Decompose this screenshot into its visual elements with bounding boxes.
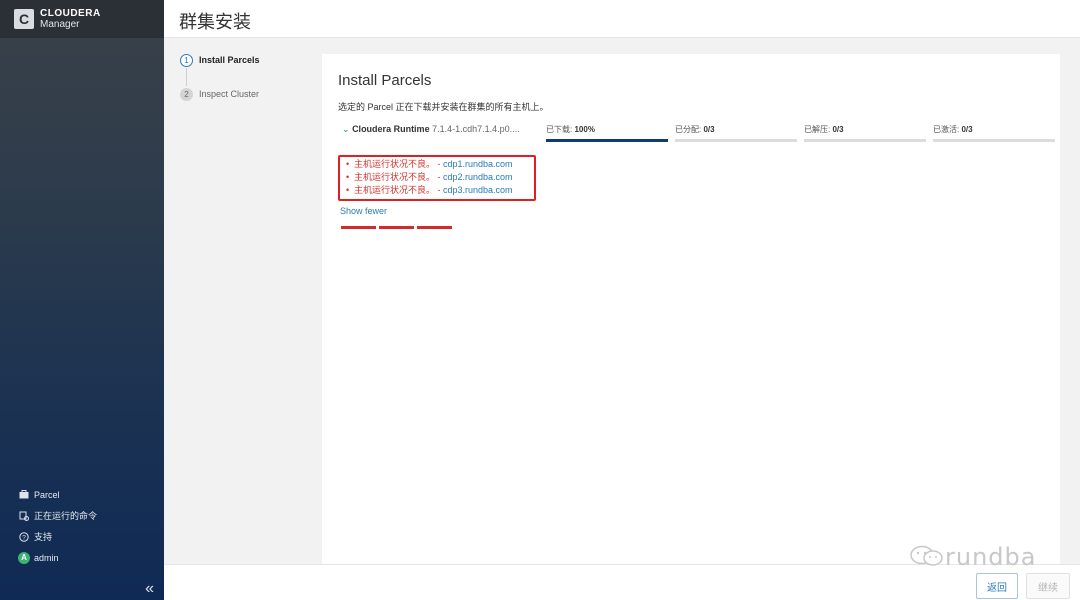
progress-label: 已下载: 100%	[546, 124, 668, 135]
page-title: 群集安装	[179, 12, 251, 32]
host-error-list: 主机运行状况不良。 - cdp1.rundba.com 主机运行状况不良。 - …	[338, 155, 536, 201]
sidebar-item-support[interactable]: ? 支持	[0, 526, 164, 547]
continue-button[interactable]: 继续	[1026, 573, 1070, 599]
header: 群集安装	[164, 0, 1080, 38]
progress-value: 0/3	[961, 125, 973, 134]
progress-activated: 已激活: 0/3	[933, 124, 1055, 142]
sidebar: C CLOUDERA Manager Parcel 正在运行的命令 ? 支持 A	[0, 0, 164, 600]
chevron-down-icon: ⌄	[342, 124, 350, 134]
running-commands-icon	[18, 510, 30, 522]
card-description: 选定的 Parcel 正在下载并安装在群集的所有主机上。	[338, 102, 549, 112]
step-connector	[186, 68, 187, 86]
brand-product: Manager	[40, 19, 80, 30]
parcel-version: 7.1.4-1.cdh7.1.4.p0....	[432, 124, 520, 134]
step-label: Install Parcels	[199, 55, 260, 65]
wechat-icon	[910, 545, 943, 566]
progress-label: 已解压: 0/3	[804, 124, 926, 135]
step-inspect-cluster[interactable]: 2 Inspect Cluster	[180, 86, 260, 102]
sidebar-item-running-commands[interactable]: 正在运行的命令	[0, 505, 164, 526]
briefcase-icon	[18, 489, 30, 501]
wizard-steps: 1 Install Parcels 2 Inspect Cluster	[180, 52, 260, 102]
progress-label-text: 已激活:	[933, 125, 960, 134]
sidebar-item-admin[interactable]: A admin	[0, 547, 164, 568]
error-separator: -	[435, 159, 444, 169]
error-bar	[417, 226, 452, 229]
brand[interactable]: C CLOUDERA Manager	[0, 0, 164, 38]
progress-bar	[675, 139, 797, 142]
progress-label: 已激活: 0/3	[933, 124, 1055, 135]
install-parcels-card: Install Parcels 选定的 Parcel 正在下载并安装在群集的所有…	[322, 54, 1060, 564]
progress-label-text: 已解压:	[804, 125, 831, 134]
progress-label-text: 已下载:	[546, 125, 573, 134]
error-bar	[341, 226, 376, 229]
progress-value: 0/3	[832, 125, 844, 134]
list-item: 主机运行状况不良。 - cdp1.rundba.com	[346, 158, 534, 171]
footer: rundba 返回 继续	[164, 543, 1080, 600]
back-button[interactable]: 返回	[976, 573, 1018, 599]
host-link[interactable]: cdp1.rundba.com	[443, 159, 513, 169]
error-indicator-bars	[341, 226, 455, 229]
progress-unpacked: 已解压: 0/3	[804, 124, 926, 142]
sidebar-item-label: admin	[34, 552, 59, 563]
sidebar-item-parcel[interactable]: Parcel	[0, 484, 164, 505]
host-link[interactable]: cdp3.rundba.com	[443, 185, 513, 195]
progress-fill	[546, 139, 668, 142]
progress-label-text: 已分配:	[675, 125, 702, 134]
parcel-name: Cloudera Runtime	[352, 124, 430, 134]
step-label: Inspect Cluster	[199, 89, 260, 99]
main-content: 1 Install Parcels 2 Inspect Cluster Inst…	[164, 38, 1080, 564]
brand-text: CLOUDERA Manager	[40, 8, 101, 30]
progress-distributed: 已分配: 0/3	[675, 124, 797, 142]
sidebar-item-label: 正在运行的命令	[34, 511, 98, 521]
progress-value: 0/3	[703, 125, 715, 134]
watermark: rundba	[909, 543, 1036, 571]
card-title: Install Parcels	[338, 72, 432, 89]
brand-name: CLOUDERA	[40, 8, 101, 19]
progress-value: 100%	[574, 125, 595, 134]
show-fewer-link[interactable]: Show fewer	[340, 206, 387, 216]
help-icon: ?	[18, 531, 30, 543]
step-number: 2	[180, 87, 193, 101]
progress-downloaded: 已下载: 100%	[546, 124, 668, 142]
collapse-sidebar-icon[interactable]: «	[145, 580, 154, 598]
error-bar	[379, 226, 414, 229]
watermark-text: rundba	[945, 543, 1037, 571]
progress-bar	[933, 139, 1055, 142]
cloudera-logo-icon: C	[14, 9, 34, 29]
error-separator: -	[435, 172, 444, 182]
avatar: A	[18, 551, 30, 564]
error-message: 主机运行状况不良。	[354, 172, 436, 182]
host-link[interactable]: cdp2.rundba.com	[443, 172, 513, 182]
progress-bar	[804, 139, 926, 142]
error-message: 主机运行状况不良。	[354, 159, 436, 169]
progress-bar	[546, 139, 668, 142]
svg-text:?: ?	[22, 534, 26, 541]
parcel-toggle[interactable]: ⌄ Cloudera Runtime 7.1.4-1.cdh7.1.4.p0..…	[342, 124, 520, 135]
step-number: 1	[180, 53, 193, 67]
sidebar-item-label: Parcel	[34, 489, 60, 500]
progress-label: 已分配: 0/3	[675, 124, 797, 135]
list-item: 主机运行状况不良。 - cdp3.rundba.com	[346, 184, 534, 197]
sidebar-item-label: 支持	[34, 532, 53, 542]
sidebar-nav: Parcel 正在运行的命令 ? 支持 A admin	[0, 484, 164, 568]
step-install-parcels[interactable]: 1 Install Parcels	[180, 52, 260, 68]
error-message: 主机运行状况不良。	[354, 185, 436, 195]
parcel-row: ⌄ Cloudera Runtime 7.1.4-1.cdh7.1.4.p0..…	[342, 124, 1055, 142]
error-separator: -	[435, 185, 444, 195]
list-item: 主机运行状况不良。 - cdp2.rundba.com	[346, 171, 534, 184]
